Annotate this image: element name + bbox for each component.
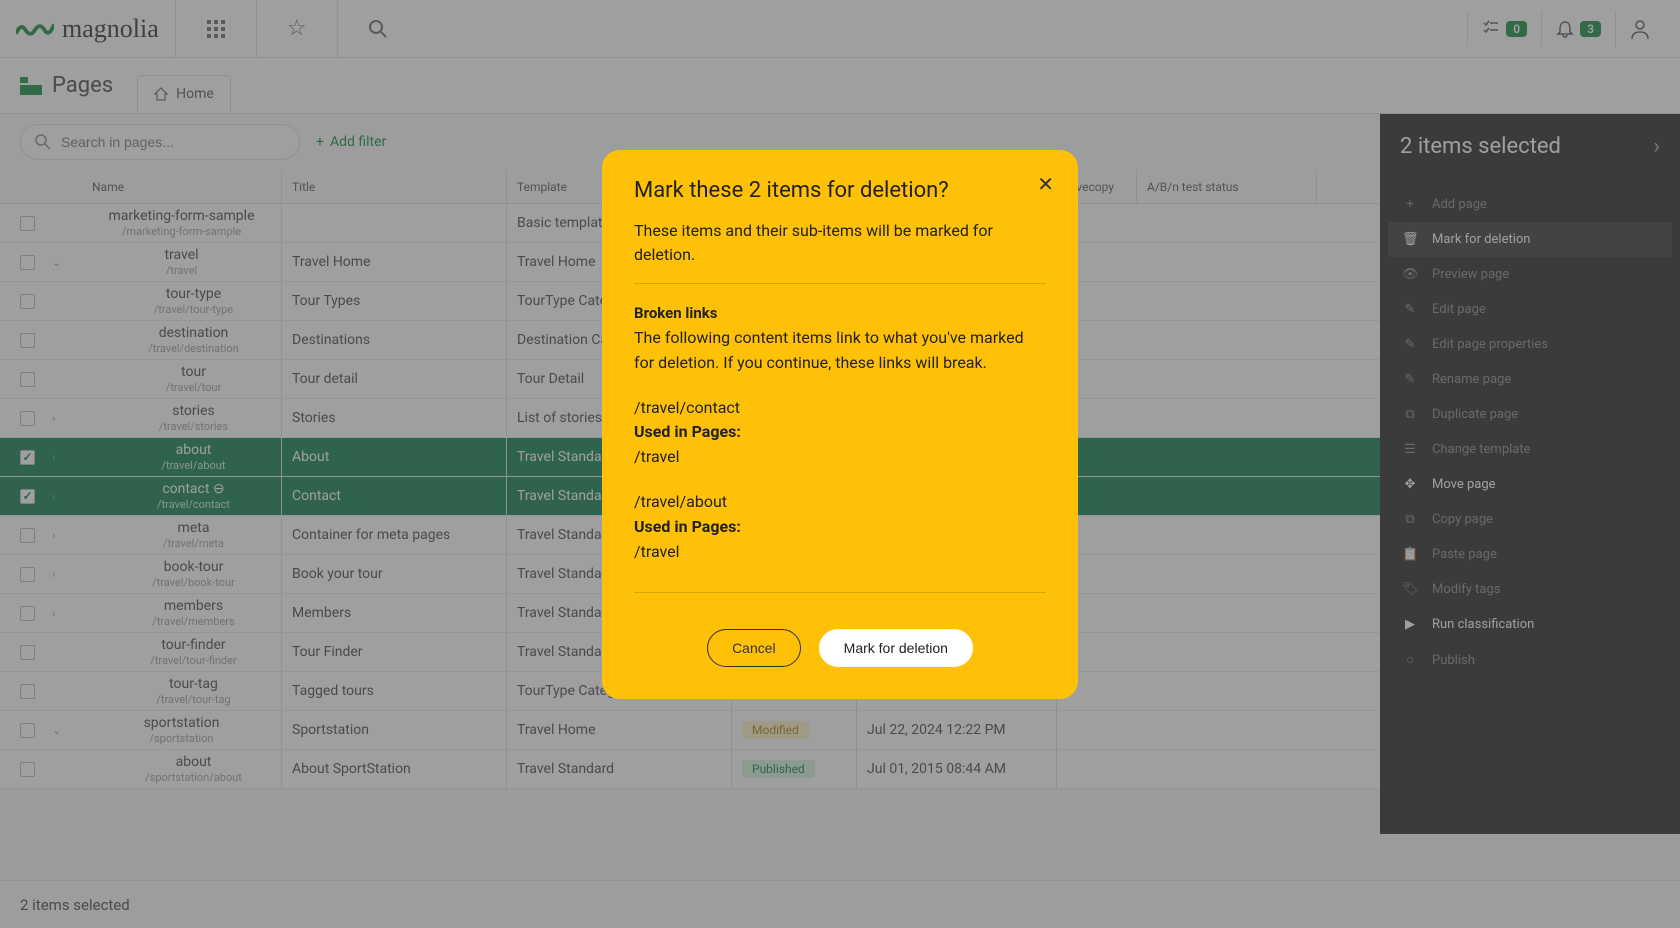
close-icon: ✕ (1037, 172, 1054, 196)
used-in-path: /travel (634, 445, 1046, 470)
link-path: /travel/contact (634, 396, 1046, 421)
divider (634, 592, 1046, 593)
delete-confirm-modal: ✕ Mark these 2 items for deletion? These… (602, 150, 1078, 699)
divider (634, 283, 1046, 284)
broken-links-heading: Broken links (634, 304, 1046, 322)
link-path: /travel/about (634, 490, 1046, 515)
modal-description: These items and their sub-items will be … (634, 219, 1046, 267)
modal-title: Mark these 2 items for deletion? (634, 178, 1046, 203)
used-in-label: Used in Pages: (634, 515, 1046, 540)
close-button[interactable]: ✕ (1037, 172, 1054, 196)
used-in-path: /travel (634, 540, 1046, 565)
broken-links-text: The following content items link to what… (634, 326, 1046, 376)
cancel-button[interactable]: Cancel (707, 629, 801, 667)
confirm-delete-button[interactable]: Mark for deletion (819, 629, 973, 667)
modal-overlay: ✕ Mark these 2 items for deletion? These… (0, 0, 1680, 928)
used-in-label: Used in Pages: (634, 420, 1046, 445)
